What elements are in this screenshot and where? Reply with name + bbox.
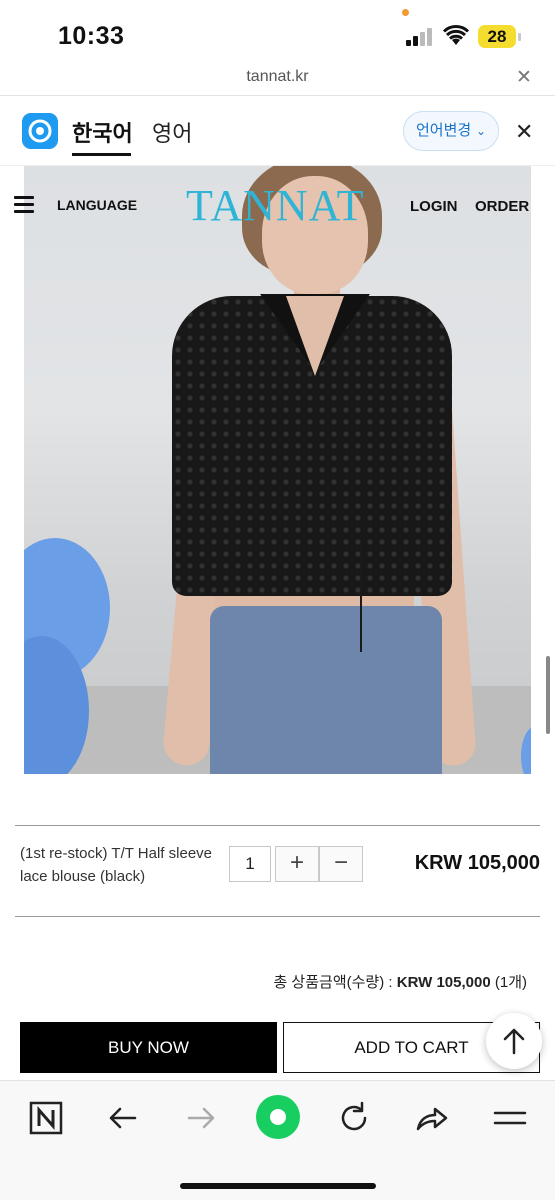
quantity-plus-button[interactable]: +	[275, 846, 319, 882]
share-icon[interactable]	[412, 1098, 452, 1138]
scroll-to-top-icon[interactable]	[486, 1013, 542, 1069]
forward-icon[interactable]	[181, 1098, 221, 1138]
product-photo[interactable]	[24, 166, 531, 774]
home-indicator	[180, 1183, 376, 1189]
tab-korean[interactable]: 한국어	[72, 116, 133, 148]
url-bar[interactable]: tannat.kr ✕	[0, 62, 555, 96]
quantity-minus-button[interactable]: −	[319, 846, 363, 882]
total-price-row: 총 상품금액(수량) : KRW 105,000 (1개)	[200, 971, 527, 992]
url-domain[interactable]: tannat.kr	[0, 68, 555, 86]
blouse-drawstring	[360, 542, 362, 652]
wifi-icon	[443, 25, 469, 45]
divider	[15, 916, 540, 917]
signal-icon	[406, 28, 434, 46]
status-bar: 10:33 28	[0, 0, 555, 66]
language-link[interactable]: LANGUAGE	[57, 197, 137, 213]
home-icon[interactable]	[255, 1094, 301, 1140]
language-change-button[interactable]: 언어변경 ⌄	[403, 111, 499, 151]
divider	[15, 825, 540, 826]
login-link[interactable]: LOGIN	[410, 198, 458, 215]
product-name: (1st re-stock) T/T Half sleeve lace blou…	[20, 845, 212, 885]
chevron-down-icon: ⌄	[475, 124, 486, 138]
total-count: (1개)	[490, 974, 527, 991]
url-close-icon[interactable]: ✕	[516, 66, 532, 89]
camera-indicator-icon	[402, 9, 409, 16]
translate-bar: 한국어 영어 언어변경 ⌄ ✕	[0, 97, 555, 166]
tab-english[interactable]: 영어	[152, 116, 192, 148]
refresh-icon[interactable]	[334, 1098, 374, 1138]
papago-logo-icon	[22, 113, 58, 149]
buy-now-button[interactable]: BUY NOW	[20, 1022, 277, 1073]
status-time: 10:33	[58, 22, 125, 50]
tab-active-indicator	[72, 153, 131, 156]
scrollbar-thumb[interactable]	[546, 656, 550, 734]
site-logo[interactable]: TANNAT	[186, 180, 364, 231]
product-price: KRW 105,000	[414, 852, 540, 874]
model-pants	[210, 606, 442, 774]
language-change-label: 언어변경	[416, 122, 472, 139]
quantity-input[interactable]: 1	[229, 846, 271, 882]
back-icon[interactable]	[103, 1098, 143, 1138]
battery-icon: 28	[478, 25, 521, 48]
total-label: 총 상품금액(수량) :	[273, 974, 397, 991]
naver-icon[interactable]	[26, 1098, 66, 1138]
menu-icon[interactable]	[490, 1098, 530, 1138]
total-amount: KRW 105,000	[396, 974, 491, 991]
translate-close-icon[interactable]: ✕	[515, 119, 533, 145]
hamburger-menu-icon[interactable]	[14, 196, 34, 214]
order-link[interactable]: ORDER	[475, 198, 529, 215]
